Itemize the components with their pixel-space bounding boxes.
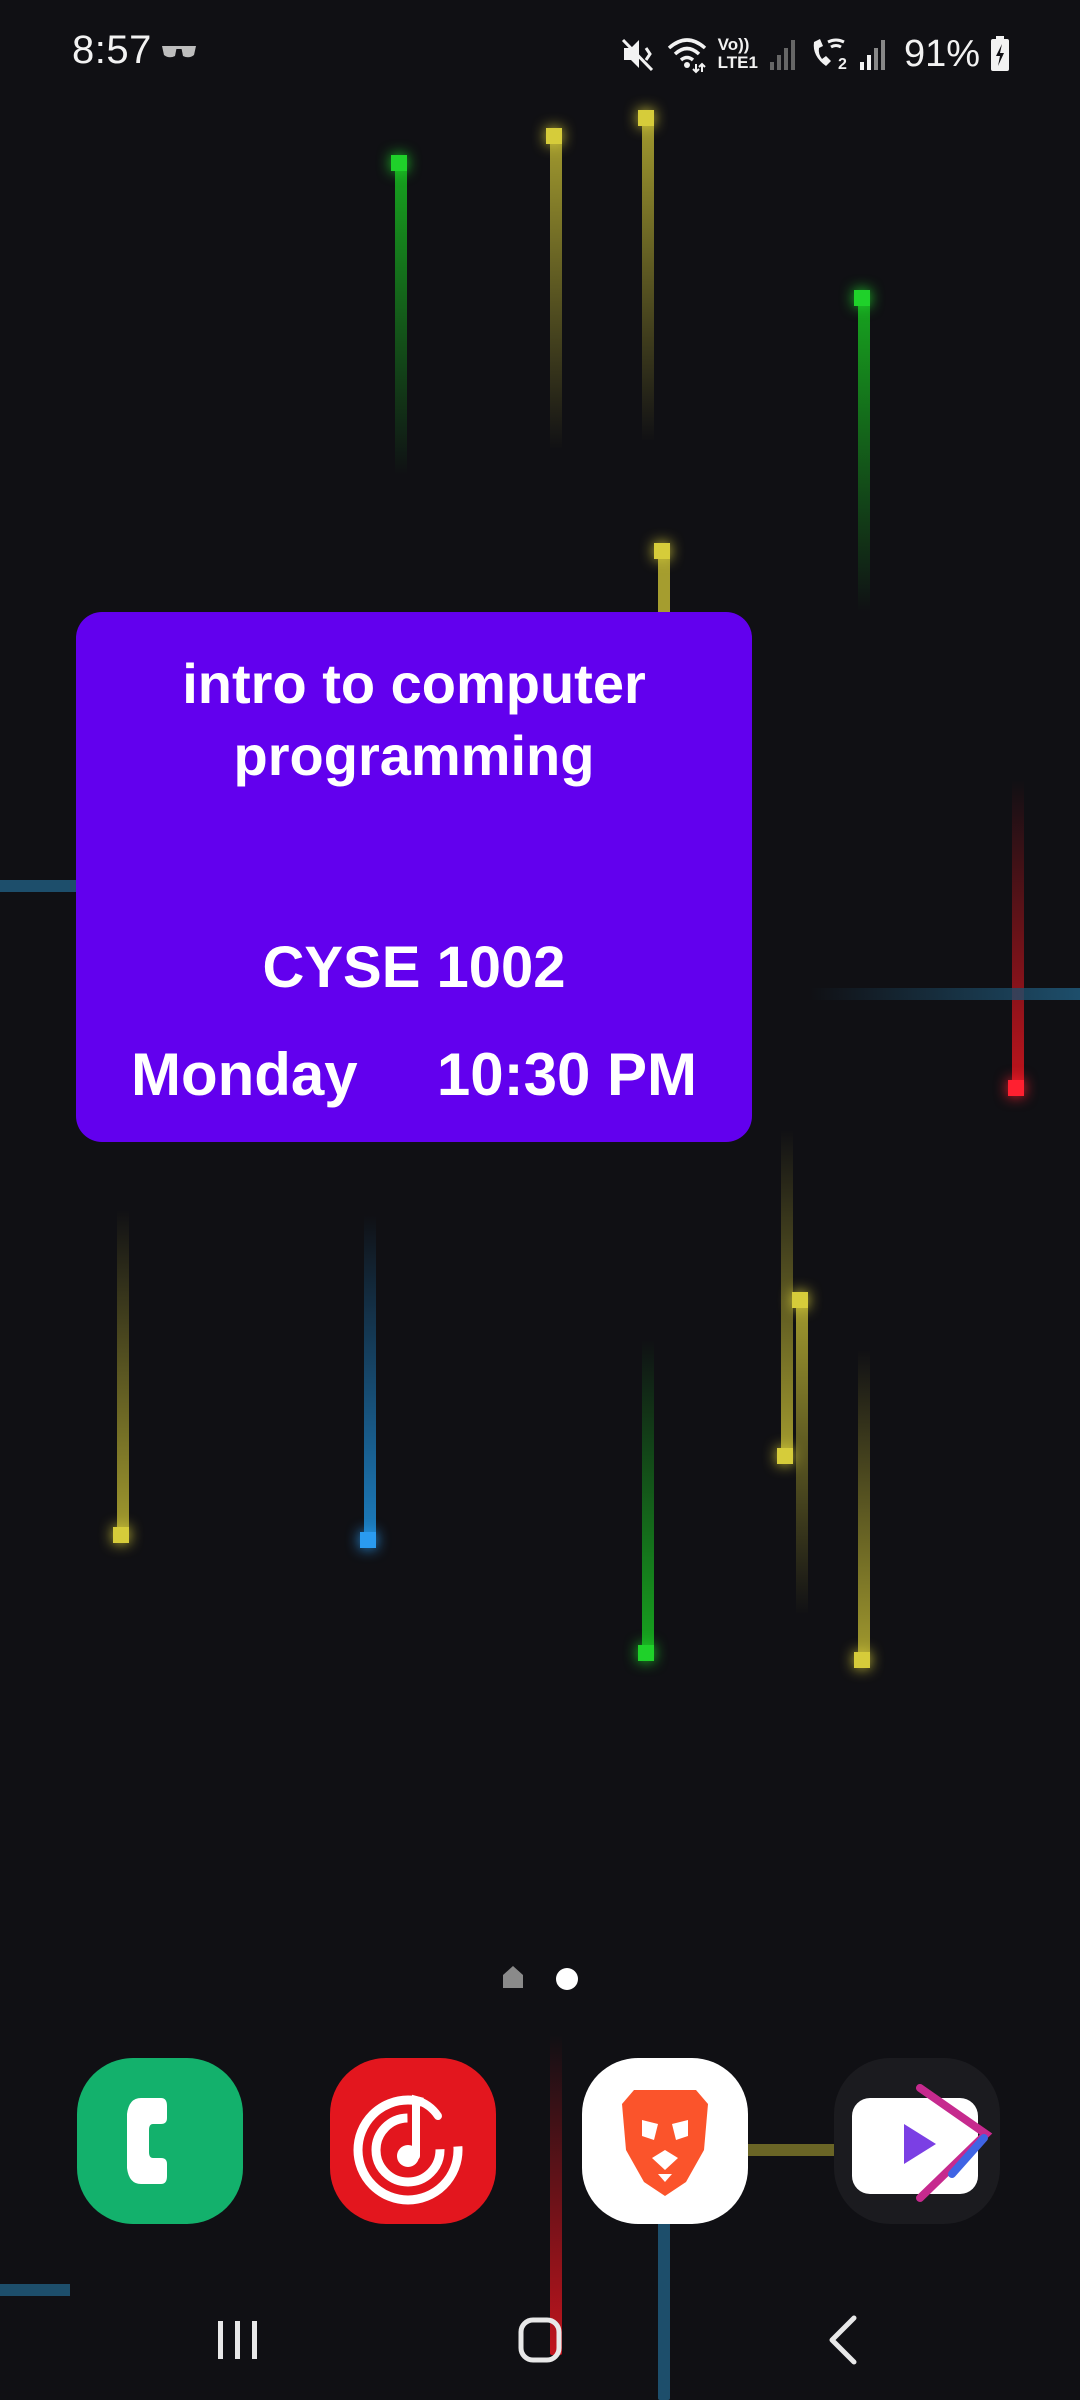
widget-course-code: CYSE 1002: [262, 935, 566, 1000]
wallpaper-streak: [858, 292, 870, 612]
signal-icon: [768, 36, 798, 72]
wallpaper-streak-head: [777, 1448, 793, 1464]
wallpaper-streak: [796, 1295, 808, 1615]
page-dot-active[interactable]: [556, 1968, 578, 1990]
home-screen: 8:57 Vo)) LTE1 2 91% intro to computer p…: [0, 0, 1080, 2400]
video-player-app-icon[interactable]: [834, 2058, 1000, 2224]
widget-day: Monday: [131, 1041, 358, 1108]
widget-time: 10:30 PM: [436, 1041, 697, 1108]
glasses-icon: [160, 42, 198, 62]
status-bar: 8:57 Vo)) LTE1 2 91%: [0, 0, 1080, 110]
status-clock: 8:57: [72, 28, 152, 72]
wallpaper-streak: [642, 112, 654, 442]
recents-button[interactable]: [178, 2290, 298, 2390]
phone-app-icon[interactable]: [77, 2058, 243, 2224]
battery-percent: 91%: [903, 32, 980, 75]
widget-course-title: intro to computer programming: [182, 652, 646, 787]
wallpaper-streak-head: [113, 1527, 129, 1543]
volte-lte-icon: Vo)) LTE1: [718, 36, 758, 72]
home-page-indicator-icon[interactable]: [502, 1964, 524, 1995]
wallpaper-streak-horizontal: [748, 2144, 834, 2156]
home-button[interactable]: [480, 2290, 600, 2390]
class-schedule-widget[interactable]: intro to computer programming CYSE 1002 …: [76, 612, 752, 1142]
volte-label: Vo)): [717, 35, 750, 54]
brave-browser-icon[interactable]: [582, 2058, 748, 2224]
wallpaper-streak-head: [1008, 1080, 1024, 1096]
wallpaper-streak-head: [391, 155, 407, 171]
wallpaper-streak-head: [546, 128, 562, 144]
back-icon: [829, 2315, 857, 2365]
wallpaper-streak: [858, 1350, 870, 1665]
wallpaper-streak-horizontal: [0, 880, 80, 892]
wallpaper-streak: [1012, 780, 1024, 1090]
wallpaper-streak-head: [854, 1652, 870, 1668]
lte-label: LTE1: [717, 53, 758, 72]
wallpaper-streak-head: [854, 290, 870, 306]
status-icons: Vo)) LTE1 2 91%: [620, 30, 1010, 78]
wallpaper-streak: [117, 1210, 129, 1540]
signal-icon: [858, 36, 888, 72]
home-icon: [518, 2317, 562, 2363]
wallpaper-streak-head: [638, 1645, 654, 1661]
wallpaper-streak: [642, 1340, 654, 1660]
wifi-call-icon: 2: [808, 34, 848, 74]
wallpaper-streak: [395, 155, 407, 475]
page-indicator[interactable]: [0, 1964, 1080, 1994]
wallpaper-streak: [364, 1215, 376, 1545]
navigation-bar: [0, 2290, 1080, 2400]
wallpaper-streak-head: [654, 543, 670, 559]
wallpaper-streak-head: [792, 1292, 808, 1308]
wallpaper-streak-horizontal: [810, 988, 1080, 1000]
mute-vibrate-icon: [620, 34, 656, 74]
recents-icon: [218, 2321, 257, 2359]
back-button[interactable]: [782, 2290, 902, 2390]
wallpaper-streak-head: [360, 1532, 376, 1548]
music-app-icon[interactable]: [330, 2058, 496, 2224]
sim2-label: 2: [837, 56, 847, 73]
wallpaper-streak-head: [638, 110, 654, 126]
wallpaper-streak: [550, 130, 562, 450]
battery-charging-icon: [990, 36, 1010, 72]
wifi-icon: [666, 34, 708, 74]
